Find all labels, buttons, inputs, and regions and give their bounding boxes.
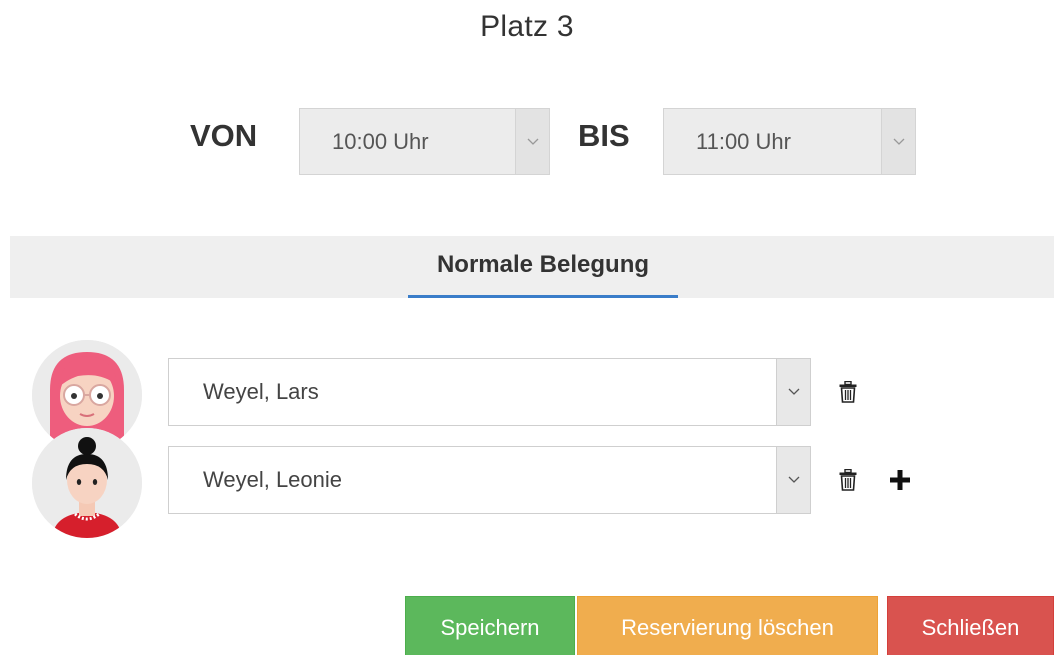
chevron-down-icon[interactable] <box>776 359 810 425</box>
trash-icon[interactable] <box>836 378 860 406</box>
from-time-select[interactable]: 10:00 Uhr <box>299 108 550 175</box>
trash-icon[interactable] <box>836 466 860 494</box>
page-title: Platz 3 <box>480 10 574 43</box>
player-1-select[interactable]: Weyel, Lars <box>168 358 811 426</box>
chevron-down-icon[interactable] <box>515 109 549 174</box>
player-1-name: Weyel, Lars <box>203 379 319 404</box>
chevron-down-icon[interactable] <box>776 447 810 513</box>
player-2-select[interactable]: Weyel, Leonie <box>168 446 811 514</box>
dark-haired-woman-bun-avatar <box>32 428 142 538</box>
plus-icon[interactable] <box>888 466 912 494</box>
tab-normale-belegung[interactable]: Normale Belegung <box>408 236 678 298</box>
chevron-down-icon[interactable] <box>881 109 915 174</box>
close-button[interactable]: Schließen <box>887 596 1054 655</box>
player-2-name: Weyel, Leonie <box>203 467 343 492</box>
reservation-dialog: Platz 3 VON 10:00 Uhr BIS 11:00 Uhr Norm… <box>0 0 1054 655</box>
to-time-select[interactable]: 11:00 Uhr <box>663 108 916 175</box>
tab-bar: Normale Belegung <box>10 236 1054 298</box>
from-time-value: 10:00 Uhr <box>332 128 429 154</box>
to-label: BIS <box>578 118 630 153</box>
to-time-value: 11:00 Uhr <box>696 128 791 154</box>
from-label: VON <box>190 118 258 153</box>
save-button[interactable]: Speichern <box>405 596 575 655</box>
delete-reservation-button[interactable]: Reservierung löschen <box>577 596 878 655</box>
